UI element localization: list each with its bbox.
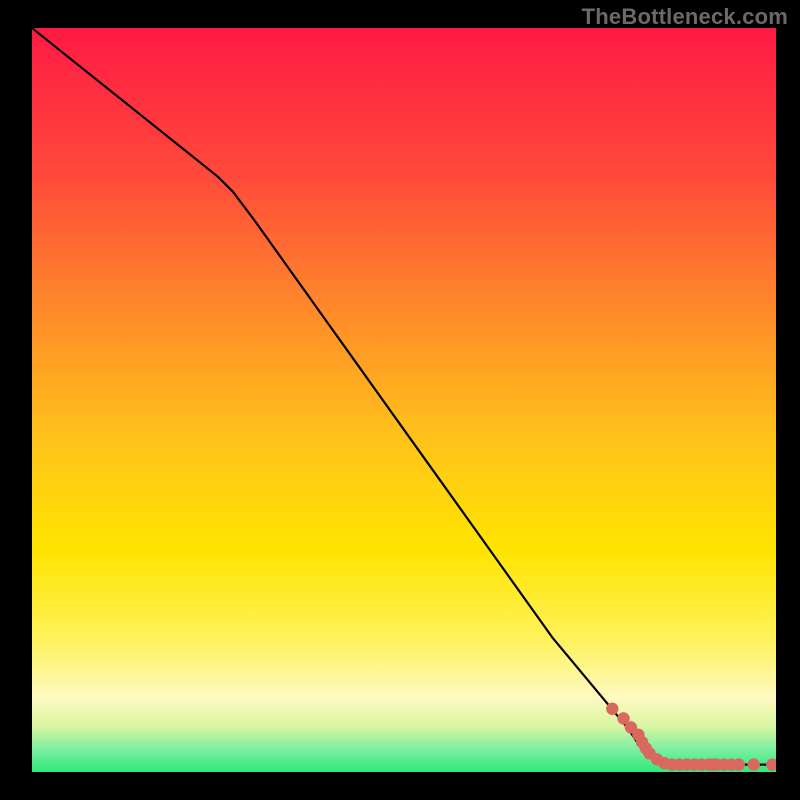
plot-area (32, 28, 776, 772)
watermark-text: TheBottleneck.com (582, 4, 788, 30)
gradient-rect (32, 28, 776, 772)
chart-stage: TheBottleneck.com (0, 0, 800, 800)
data-point (606, 703, 618, 715)
data-point (748, 759, 760, 771)
data-point (766, 759, 776, 771)
data-point (733, 759, 745, 771)
chart-svg (32, 28, 776, 772)
